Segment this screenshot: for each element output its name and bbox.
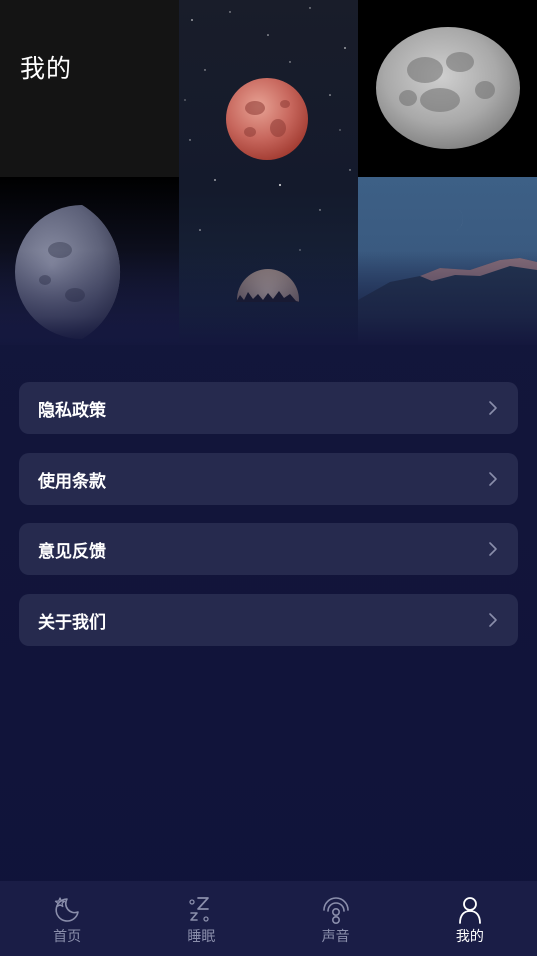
menu-item-about-us[interactable]: 关于我们: [19, 594, 518, 646]
tab-sound[interactable]: 声音: [269, 881, 403, 956]
menu-item-feedback[interactable]: 意见反馈: [19, 523, 518, 575]
chevron-right-icon: [489, 472, 497, 486]
bottom-tab-bar: 首页 睡眠 声音 我的: [0, 881, 537, 956]
menu-item-privacy-policy[interactable]: 隐私政策: [19, 382, 518, 434]
menu-item-label: 意见反馈: [38, 541, 106, 562]
tab-label: 睡眠: [187, 929, 216, 945]
moon-star-icon: [54, 897, 79, 922]
menu-item-label: 使用条款: [38, 471, 106, 492]
person-icon: [458, 897, 481, 924]
menu-item-label: 隐私政策: [38, 400, 106, 421]
menu-item-terms-of-use[interactable]: 使用条款: [19, 453, 518, 505]
tab-mine[interactable]: 我的: [403, 881, 537, 956]
tab-home[interactable]: 首页: [0, 881, 134, 956]
chevron-right-icon: [489, 542, 497, 556]
chevron-right-icon: [489, 613, 497, 627]
chevron-right-icon: [489, 401, 497, 415]
menu-item-label: 关于我们: [38, 612, 106, 633]
page-title: 我的: [20, 54, 73, 83]
tab-label: 声音: [321, 929, 350, 945]
sleep-zz-icon: [189, 897, 210, 922]
tab-sleep[interactable]: 睡眠: [134, 881, 268, 956]
header-moon-mosaic: 我的: [0, 0, 537, 345]
profile-screen: 我的 隐私政策 使用条款 意见反馈 关于我们 首页 睡眠 声音 我的: [0, 0, 537, 956]
tab-label: 首页: [53, 929, 82, 945]
tab-label: 我的: [455, 929, 484, 945]
sound-signal-icon: [322, 897, 349, 924]
mosaic-fade-overlay: [0, 250, 537, 345]
